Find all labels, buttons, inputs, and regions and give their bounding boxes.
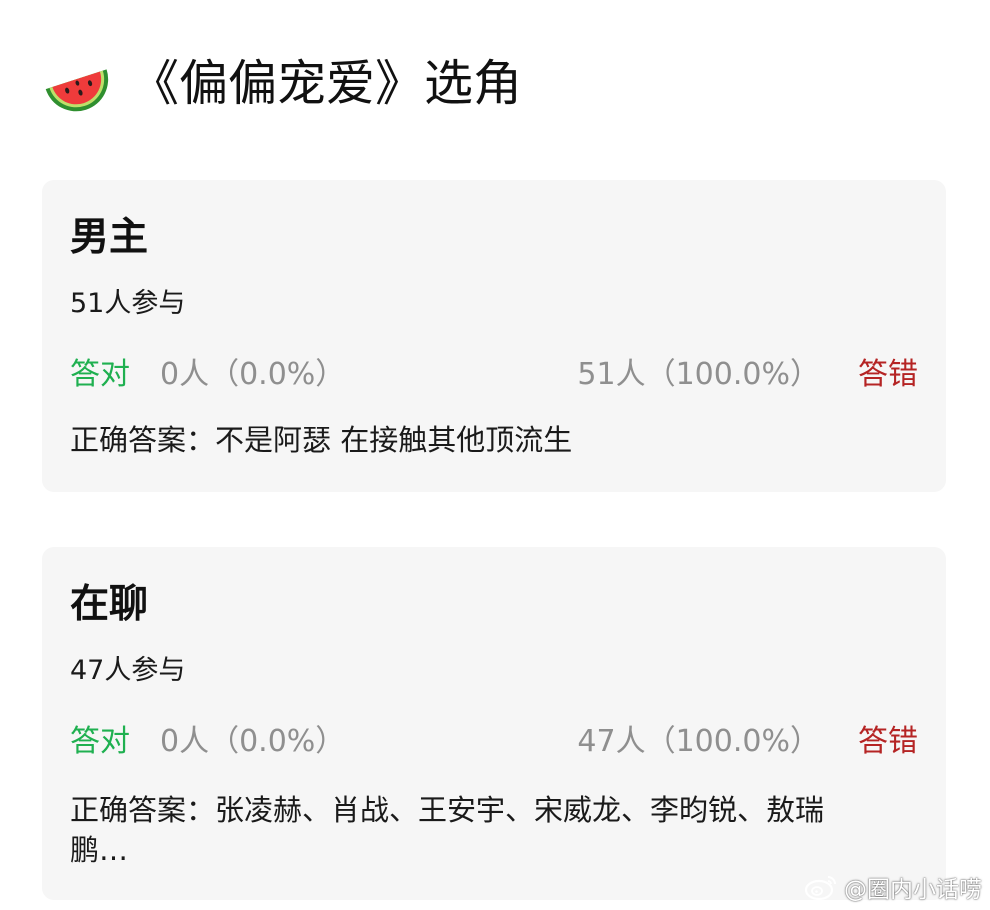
correct-label: 答对 — [70, 724, 130, 759]
page-header: 《偏偏宠爱》选角 — [40, 48, 522, 120]
wrong-label: 答错 — [858, 357, 918, 392]
wrong-stat: 51人（100.0%） — [577, 357, 820, 392]
quiz-card-in-talks: 在聊 47人参与 答对 0人（0.0%） 47人（100.0%） 答错 正确答案… — [42, 547, 946, 900]
watermark-text: @圈内小话唠 — [844, 877, 982, 903]
page-title: 《偏偏宠爱》选角 — [130, 55, 523, 112]
quiz-card-male-lead: 男主 51人参与 答对 0人（0.0%） 51人（100.0%） 答错 正确答案… — [42, 180, 946, 492]
correct-stat: 0人（0.0%） — [160, 724, 346, 759]
correct-answer: 正确答案：张凌赫、肖战、王安宇、宋威龙、李昀锐、敖瑞鹏… — [70, 793, 825, 867]
correct-stat: 0人（0.0%） — [160, 357, 346, 392]
watermelon-icon — [45, 69, 109, 112]
result-row: 答对 0人（0.0%） 51人（100.0%） 答错 — [70, 354, 918, 396]
participant-count: 47人参与 — [70, 655, 186, 686]
watermark: @圈内小话唠 — [804, 870, 982, 904]
participant-count: 51人参与 — [70, 288, 186, 319]
wrong-label: 答错 — [858, 724, 918, 759]
correct-label: 答对 — [70, 357, 130, 392]
result-row: 答对 0人（0.0%） 47人（100.0%） 答错 — [70, 721, 918, 763]
wrong-stat: 47人（100.0%） — [577, 724, 820, 759]
card-title: 在聊 — [70, 582, 149, 627]
weibo-icon — [804, 876, 836, 901]
correct-answer: 正确答案：不是阿瑟 在接触其他顶流生 — [70, 423, 573, 457]
card-title: 男主 — [70, 215, 149, 260]
